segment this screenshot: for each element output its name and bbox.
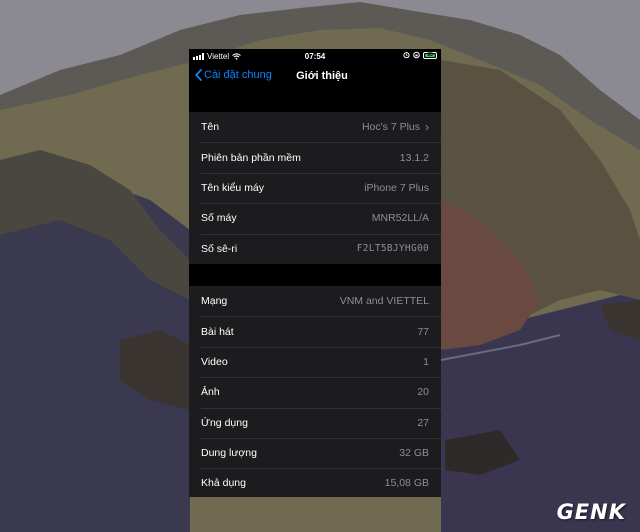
row-label: Mạng [201,295,228,308]
row-value: 77 [417,325,429,338]
row-label: Dung lượng [201,447,257,460]
row-label: Bài hát [201,325,234,338]
row-capacity: Dung lượng 32 GB [189,437,441,468]
group-separator [189,90,441,112]
row-value: Hoc's 7 Plus [361,121,420,134]
row-value: F2LT5BJYHG00 [356,243,429,255]
row-songs: Bài hát 77 [189,316,441,346]
rotation-lock-icon [413,51,420,59]
chevron-right-icon: › [425,120,429,135]
row-value: 15,08 GB [384,477,429,490]
watermark-logo: GENK [556,500,626,524]
settings-content: Tên Hoc's 7 Plus › Phiên bản phần mềm 13… [189,90,441,497]
row-value: MNR52LL/A [371,212,429,225]
row-model-name: Tên kiểu máy iPhone 7 Plus [189,172,441,203]
row-label: Tên kiểu máy [201,181,265,194]
row-value: 27 [417,416,429,429]
group-separator [189,263,441,286]
row-value: iPhone 7 Plus [364,181,429,194]
row-label: Ảnh [201,386,220,399]
row-label: Số sê-ri [201,242,238,255]
row-photos: Ảnh 20 [189,377,441,407]
row-label: Phiên bản phần mềm [201,151,301,164]
row-value: 32 GB [399,447,429,460]
status-bar: Viettel 07:54 85 [189,49,441,64]
row-value: 13.1.2 [399,151,429,164]
page-title: Giới thiệu [296,70,348,82]
row-value: 1 [423,355,429,368]
iphone-screen: Viettel 07:54 85 Cài đặt chung Giới thiệ… [189,49,441,497]
usage-info-group: Mạng VNM and VIETTEL Bài hát 77 Video 1 … [189,285,441,497]
row-model-number[interactable]: Số máy MNR52LL/A [189,203,441,233]
battery-level: 85 [427,51,433,58]
row-label: Ứng dụng [201,416,248,429]
row-label: Khả dụng [201,477,246,490]
row-videos: Video 1 [189,346,441,377]
row-network: Mạng VNM and VIETTEL [189,286,441,316]
device-info-group: Tên Hoc's 7 Plus › Phiên bản phần mềm 13… [189,112,441,264]
battery-icon: 85 [423,51,437,59]
navigation-bar: Cài đặt chung Giới thiệu [189,64,441,90]
row-serial-number: Số sê-ri F2LT5BJYHG00 [189,233,441,264]
row-name[interactable]: Tên Hoc's 7 Plus › [189,112,441,142]
row-available: Khả dụng 15,08 GB [189,468,441,497]
row-value: 20 [417,386,429,399]
row-value: VNM and VIETTEL [339,295,429,308]
row-label: Video [201,355,228,368]
row-label: Tên [201,121,220,134]
alarm-icon [403,52,410,59]
row-software-version: Phiên bản phần mềm 13.1.2 [189,142,441,172]
row-applications: Ứng dụng 27 [189,407,441,438]
status-right: 85 [403,51,437,59]
row-label: Số máy [201,212,237,225]
